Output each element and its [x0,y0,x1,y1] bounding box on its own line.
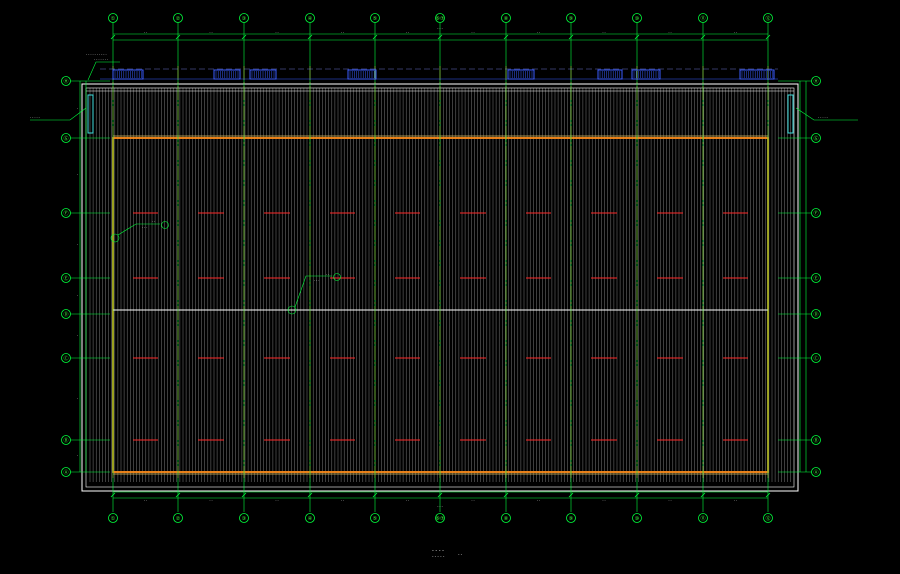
dim-text-left: - [77,293,78,297]
dim-text-top: - - [734,30,737,34]
grid-bubble-top-label: ⑨ [569,16,573,22]
grid-bubble-left-label: Ⓑ [63,437,68,444]
drawing-subtitle: - - - - - [432,554,445,559]
grid-bubble-bottom-label: ⑫ [765,515,770,522]
grid-bubble-top-label: ⑥⑦ [436,16,445,22]
detail-1-bottom: - - - [142,225,147,229]
grid-bubble-left-label: Ⓖ [63,135,68,142]
grid-bubble-top-label: ⑩ [635,16,640,22]
dim-text-left: - [77,243,78,247]
grid-bubble-bottom-label: ⑥⑦ [436,516,445,522]
dim-text-bottom: - - [734,498,737,502]
grid-bubble-bottom-label: ⑪ [700,515,705,522]
dim-text-bottom: - - [275,498,278,502]
grid-bubble-top-label: ⑧ [504,16,509,22]
grid-bubble-bottom-label: ② [176,516,181,522]
dim-text-top: - - [341,30,344,34]
dim-text-left: - [77,333,78,337]
detail-1-top: - - [152,219,155,223]
dim-text-top: - - [537,30,540,34]
dim-text-bottom: - - [341,498,344,502]
grid-bubble-top-label: ④ [308,16,313,22]
grid-bubble-top-label: ③ [242,16,246,22]
grid-bubble-right-label: Ⓐ [813,469,818,476]
grid-bubble-right-label: Ⓗ [813,78,818,85]
grid-bubble-bottom-label: ③ [242,516,246,522]
grid-bubbles: ① ① ② ② ③ ③ ④ ④ ⑤ ⑤ ⑥⑦ ⑥⑦ ⑧ ⑧ ⑨ ⑨ ⑩ ⑩ ⑪ ⑪ ⑫ ⑫ Ⓗ Ⓗ Ⓖ Ⓖ Ⓕ Ⓕ Ⓔ Ⓔ Ⓓ Ⓓ Ⓒ Ⓒ Ⓑ Ⓑ Ⓐ Ⓐ [61,13,821,523]
grid-bubble-top-label: ⑪ [700,15,705,22]
grid-bubble-right-label: Ⓔ [813,275,818,282]
dim-text-left: - [77,453,78,457]
dim-text-bottom: - - [471,498,474,502]
grid-bubble-left-label: Ⓒ [63,355,68,362]
grid-bubble-left-label: Ⓓ [63,311,68,318]
drawing-scale: - - [458,552,463,557]
dim-text-bottom: - - [537,498,540,502]
grid-bubble-top-label: ⑫ [765,15,770,22]
detail-2-top: - - [326,272,329,276]
grid-bubble-top-label: ② [176,16,181,22]
dim-text-top: - - [209,30,212,34]
detail-tag-2 [333,273,341,281]
grid-bubble-right-label: Ⓕ [813,210,818,217]
dim-text-bottom: - - [406,498,409,502]
callouts: - - - - - - - - - -- - - - - - -- - - - … [30,52,858,315]
grid-bubble-bottom-label: ⑤ [373,516,377,522]
dim-text-top: - - [144,30,147,34]
dim-text-bottom: - - [668,498,671,502]
roof-vents [100,68,778,80]
top-note-1: - - - - - - - - - - [86,52,107,56]
grid-bubble-bottom-label: ⑧ [504,516,509,522]
grid-bubble-bottom-label: ④ [308,516,313,522]
grid-bubble-right-label: Ⓓ [813,311,818,318]
dim-text-top: - - [275,30,278,34]
vent-unit [739,69,775,80]
drawing-title-block: - - - - - - - - - - - [432,548,463,559]
dim-text-bottom: - - [209,498,212,502]
grid-bubble-top-label: ① [111,16,116,22]
left-gutter [87,94,94,134]
dim-text-top: - - [668,30,671,34]
vent-unit [597,69,623,80]
dim-text-bottom: - - [144,498,147,502]
grid-bubble-left-label: Ⓗ [63,78,68,85]
dim-total-top: - - - [437,26,442,30]
grid-bubble-bottom-label: ① [111,516,116,522]
dim-text-top: - - [602,30,605,34]
left-note: - - - - - [30,115,40,119]
dim-text-top: - - [406,30,409,34]
grid-bubble-right-label: Ⓑ [813,437,818,444]
grid-bubble-left-label: Ⓕ [63,210,68,217]
cad-roof-plan: - -- -- -- -- -- -- -- -- -- -- -- -- --… [30,13,858,559]
dim-text-left: - [77,107,78,111]
dim-total-bottom: - - - [437,504,442,508]
top-note-2: - - - - - - - [94,57,108,61]
grid-bubble-left-label: Ⓔ [63,275,68,282]
right-note: - - - - - [818,115,828,119]
detail-2-bottom: - - - [314,278,319,282]
grid-bubble-bottom-label: ⑨ [569,516,573,522]
grid-bubble-bottom-label: ⑩ [635,516,640,522]
grid-bubble-left-label: Ⓐ [63,469,68,476]
grid-bubble-top-label: ⑤ [373,16,377,22]
grid-bubble-right-label: Ⓒ [813,355,818,362]
dim-text-left: - [77,396,78,400]
dim-text-top: - - [471,30,474,34]
dim-text-bottom: - - [602,498,605,502]
grid-bubble-right-label: Ⓖ [813,135,818,142]
dim-text-left: - [77,173,78,177]
